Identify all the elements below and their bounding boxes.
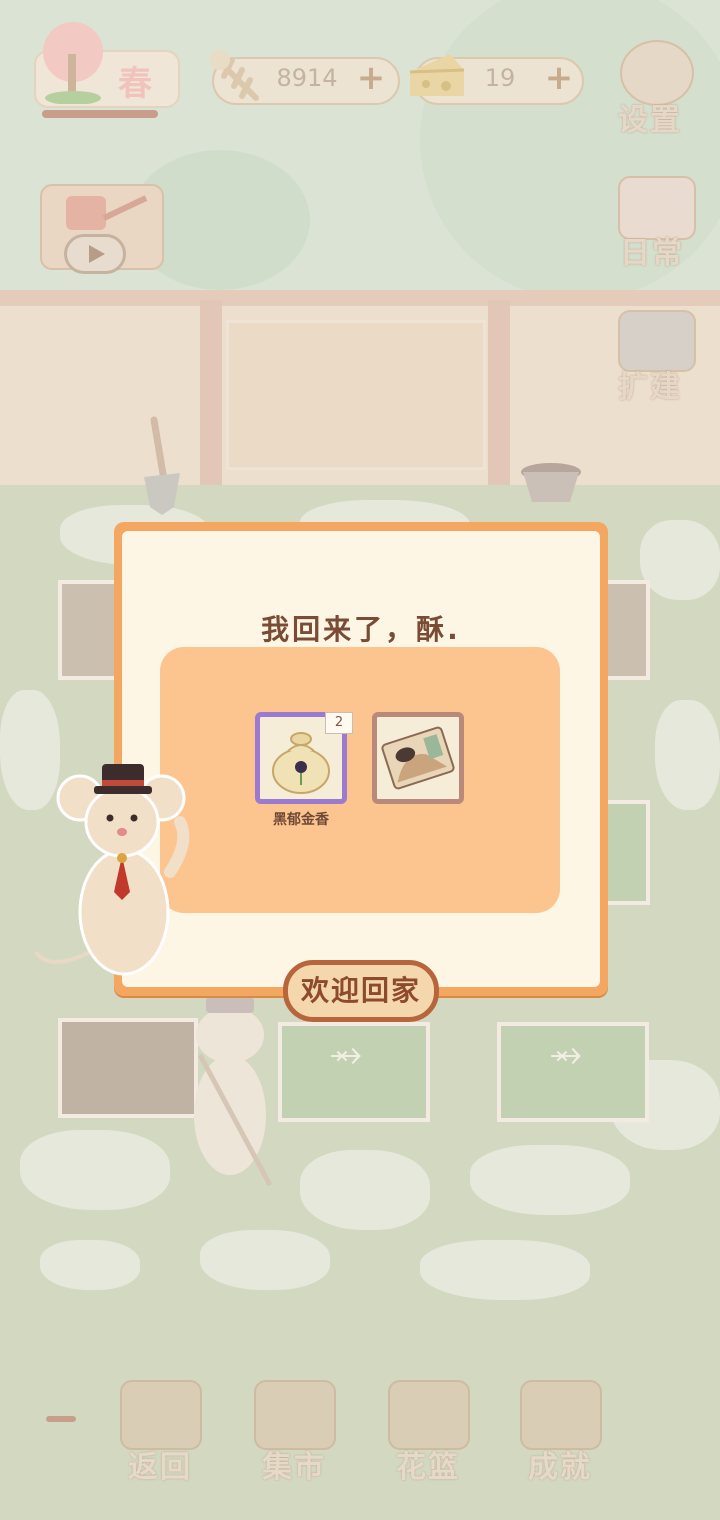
nav-collapse-indicator[interactable]: [46, 1416, 76, 1422]
nav-flower-basket-label: 花篮: [396, 1450, 460, 1485]
nav-back[interactable]: 返回: [120, 1380, 202, 1486]
cherry-tree-icon: [28, 14, 118, 105]
welcome-home-button[interactable]: 欢迎回家: [283, 960, 439, 1022]
mouse-butler-character: [30, 752, 200, 982]
expand-button-label[interactable]: 扩建: [618, 362, 682, 406]
nav-flower-basket[interactable]: 花篮: [388, 1380, 470, 1486]
nav-achievements-label: 成就: [528, 1450, 592, 1485]
add-fish-button[interactable]: +: [356, 61, 386, 95]
reward-count-badge: 2: [325, 712, 353, 734]
reward-name-label: 黑郁金香: [273, 812, 329, 828]
cheese-icon: [406, 48, 468, 104]
play-video-icon[interactable]: [64, 234, 126, 274]
settings-button-label[interactable]: 设置: [618, 95, 682, 139]
watering-can-icon: [56, 188, 152, 238]
trophy-icon: [520, 1380, 602, 1450]
flower-basket-icon: [388, 1380, 470, 1450]
nav-achievements[interactable]: 成就: [520, 1380, 602, 1486]
dialog-message: 我回来了，酥.: [261, 613, 461, 646]
nav-market-label: 集市: [262, 1450, 326, 1485]
daily-button-label[interactable]: 日常: [620, 228, 684, 272]
window-icon: [120, 1380, 202, 1450]
reward-slot-postcard[interactable]: [372, 712, 464, 804]
market-stall-icon: [254, 1380, 336, 1450]
nav-back-label: 返回: [128, 1450, 192, 1485]
season-progress-fill: [42, 110, 158, 118]
cheese-currency-value: 19: [484, 64, 516, 92]
fish-currency-value: 8914: [276, 64, 338, 92]
season-label: 春: [118, 64, 152, 104]
postcard-icon: [381, 726, 455, 790]
reward-panel: [160, 647, 560, 913]
add-cheese-button[interactable]: +: [544, 61, 574, 95]
nav-market[interactable]: 集市: [254, 1380, 336, 1486]
